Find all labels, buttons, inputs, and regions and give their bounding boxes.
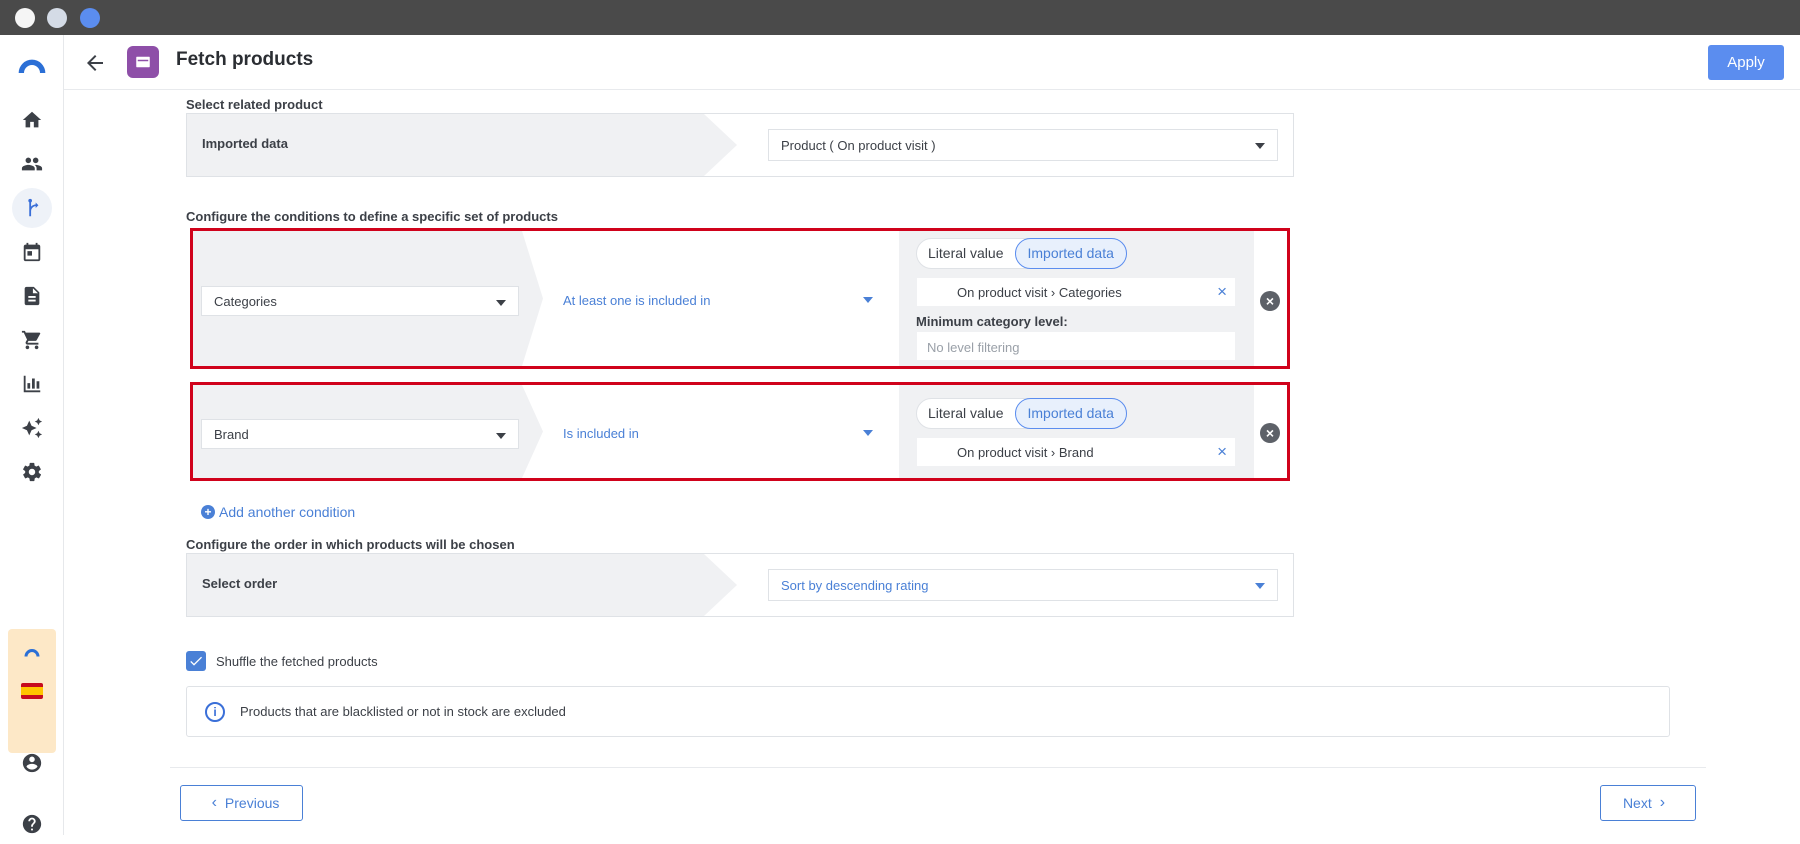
chevron-down-icon <box>496 300 506 306</box>
shuffle-row: Shuffle the fetched products <box>186 651 378 671</box>
info-icon: i <box>205 702 225 722</box>
min-category-label: Minimum category level: <box>916 314 1068 329</box>
imported-value-chip: On product visit › Categories × <box>916 277 1236 307</box>
add-condition-label: Add another condition <box>219 504 356 520</box>
condition-value-panel: Literal value Imported data On product v… <box>899 385 1254 478</box>
cart-icon[interactable] <box>12 320 52 360</box>
order-section-label: Configure the order in which products wi… <box>186 537 515 552</box>
imported-data-option[interactable]: Imported data <box>1014 398 1127 429</box>
condition-operator-value: At least one is included in <box>563 293 711 308</box>
imported-value-chip: On product visit › Brand × <box>916 437 1236 467</box>
check-icon <box>190 656 202 666</box>
condition-field-value: Categories <box>214 294 277 309</box>
flow-icon[interactable] <box>12 188 52 228</box>
related-product-select[interactable]: Product ( On product visit ) <box>768 129 1278 161</box>
logo-icon[interactable] <box>12 45 52 85</box>
sparkle-icon[interactable] <box>12 408 52 448</box>
help-icon[interactable] <box>12 804 52 844</box>
footer-divider <box>170 767 1706 768</box>
condition-operator-select[interactable]: Is included in <box>533 385 909 478</box>
chart-icon[interactable] <box>12 364 52 404</box>
order-left-panel: Select order <box>187 554 737 616</box>
value-type-toggle: Literal value Imported data <box>916 398 1127 429</box>
back-arrow-icon[interactable] <box>83 51 107 75</box>
remove-condition-icon[interactable]: × <box>1260 291 1280 311</box>
document-icon[interactable] <box>12 276 52 316</box>
brand-logo-icon <box>20 643 44 666</box>
condition-value-panel: Literal value Imported data On product v… <box>899 231 1254 366</box>
condition-field-value: Brand <box>214 427 249 442</box>
min-category-placeholder: No level filtering <box>927 340 1020 355</box>
value-type-toggle: Literal value Imported data <box>916 238 1127 269</box>
apply-button[interactable]: Apply <box>1708 45 1784 80</box>
info-banner: i Products that are blacklisted or not i… <box>186 686 1670 737</box>
condition-field-select[interactable]: Categories <box>201 286 519 316</box>
window-titlebar <box>0 0 1800 35</box>
min-category-select[interactable]: No level filtering <box>916 331 1236 361</box>
chevron-down-icon <box>1255 583 1265 589</box>
page-title: Fetch products <box>176 49 314 70</box>
next-button[interactable]: Next › <box>1600 785 1696 821</box>
page-header: Fetch products Apply <box>64 35 1800 90</box>
shuffle-label: Shuffle the fetched products <box>216 653 378 669</box>
shuffle-checkbox[interactable] <box>186 651 206 671</box>
condition-operator-select[interactable]: At least one is included in <box>533 231 909 366</box>
condition-operator-value: Is included in <box>563 426 639 441</box>
chevron-down-icon <box>863 297 873 303</box>
literal-value-option[interactable]: Literal value <box>917 239 1015 268</box>
imported-data-option[interactable]: Imported data <box>1014 238 1127 269</box>
chevron-down-icon <box>496 433 506 439</box>
gear-icon[interactable] <box>12 452 52 492</box>
calendar-icon[interactable] <box>12 232 52 272</box>
users-icon[interactable] <box>12 144 52 184</box>
order-select[interactable]: Sort by descending rating <box>768 569 1278 601</box>
related-section-label: Select related product <box>186 97 323 112</box>
condition-row-brand: Brand Is included in Literal value Impor… <box>190 382 1290 481</box>
previous-label: Previous <box>224 795 280 811</box>
plus-circle-icon: + <box>201 505 215 519</box>
remove-condition-icon[interactable]: × <box>1260 423 1280 443</box>
chevron-right-icon: › <box>1659 794 1666 811</box>
literal-value-option[interactable]: Literal value <box>917 399 1015 428</box>
brand-panel[interactable] <box>8 629 56 753</box>
condition-field-select[interactable]: Brand <box>201 419 519 449</box>
condition-row-categories: Categories At least one is included in L… <box>190 228 1290 369</box>
sidebar <box>0 35 64 835</box>
info-text: Products that are blacklisted or not in … <box>240 704 566 719</box>
related-product-row: Imported data Product ( On product visit… <box>186 113 1294 177</box>
order-row: Select order Sort by descending rating <box>186 553 1294 617</box>
next-label: Next <box>1622 795 1652 811</box>
chip-label: On product visit › Categories <box>957 285 1122 300</box>
previous-button[interactable]: ‹ Previous <box>180 785 303 821</box>
chevron-down-icon <box>863 430 873 436</box>
related-left-label: Imported data <box>202 136 288 151</box>
window-maximize-button[interactable] <box>80 8 100 28</box>
chevron-down-icon <box>1255 143 1265 149</box>
window-close-button[interactable] <box>15 8 35 28</box>
close-icon[interactable]: × <box>1217 282 1227 302</box>
conditions-section-label: Configure the conditions to define a spe… <box>186 209 558 224</box>
close-icon[interactable]: × <box>1217 442 1227 462</box>
spain-flag-icon <box>21 683 43 699</box>
window-minimize-button[interactable] <box>47 8 67 28</box>
order-value: Sort by descending rating <box>781 578 929 593</box>
account-icon[interactable] <box>12 743 52 783</box>
add-condition-button[interactable]: + Add another condition <box>201 504 355 520</box>
chevron-left-icon: ‹ <box>211 794 217 811</box>
related-product-value: Product ( On product visit ) <box>781 138 936 153</box>
home-icon[interactable] <box>12 100 52 140</box>
order-left-label: Select order <box>202 576 278 591</box>
chip-label: On product visit › Brand <box>957 445 1094 460</box>
related-left-panel: Imported data <box>187 114 737 176</box>
fetch-node-icon <box>127 46 159 78</box>
